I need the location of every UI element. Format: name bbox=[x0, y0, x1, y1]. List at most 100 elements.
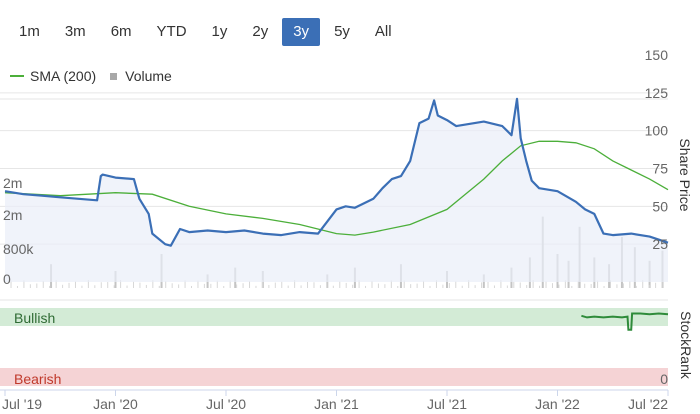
volume-tick-label: 2m bbox=[3, 175, 22, 191]
volume-bar bbox=[365, 285, 367, 288]
volume-bar bbox=[132, 281, 134, 288]
volume-bar bbox=[416, 283, 418, 288]
volume-bar bbox=[474, 285, 476, 288]
volume-bar bbox=[603, 285, 605, 288]
volume-bar bbox=[113, 285, 115, 288]
volume-bar bbox=[352, 284, 354, 288]
price-tick-label: 75 bbox=[652, 161, 668, 177]
volume-bar bbox=[236, 284, 238, 288]
volume-bar bbox=[493, 285, 495, 288]
volume-bar bbox=[165, 281, 167, 288]
volume-bar bbox=[461, 285, 463, 288]
volume-bar bbox=[307, 282, 309, 288]
volume-bar bbox=[448, 282, 450, 288]
volume-bar bbox=[203, 283, 205, 288]
volume-bar bbox=[68, 282, 70, 288]
x-tick-label: Jul '19 bbox=[2, 396, 42, 412]
volume-bar bbox=[191, 285, 193, 288]
volume-bar bbox=[629, 281, 631, 288]
volume-bar bbox=[36, 283, 38, 288]
volume-bar bbox=[345, 282, 347, 288]
volume-bar bbox=[100, 282, 102, 288]
volume-bar bbox=[384, 284, 386, 288]
price-tick-label: 100 bbox=[645, 123, 669, 139]
volume-bar bbox=[313, 282, 315, 288]
volume-bar bbox=[42, 280, 44, 288]
volume-tick-label: 0 bbox=[3, 271, 11, 287]
volume-bar bbox=[661, 281, 663, 288]
volume-tick-label: 2m bbox=[3, 207, 22, 223]
x-tick-label: Jul '20 bbox=[206, 396, 246, 412]
volume-bar bbox=[281, 281, 283, 288]
bullish-band bbox=[0, 308, 668, 326]
volume-bar bbox=[545, 281, 547, 288]
volume-bar bbox=[648, 284, 650, 288]
volume-bar bbox=[74, 281, 76, 288]
volume-bar bbox=[635, 285, 637, 288]
volume-bar bbox=[145, 284, 147, 288]
volume-bar bbox=[590, 283, 592, 288]
price-tick-label: 50 bbox=[652, 198, 668, 214]
volume-bar bbox=[332, 285, 334, 288]
volume-bar bbox=[210, 283, 212, 288]
volume-bar bbox=[287, 285, 289, 288]
volume-bar bbox=[255, 285, 257, 288]
volume-bar bbox=[487, 281, 489, 288]
x-tick-label: Jan '20 bbox=[93, 396, 138, 412]
volume-bar bbox=[16, 285, 18, 288]
price-axis-title: Share Price bbox=[677, 138, 693, 211]
volume-bar bbox=[29, 284, 31, 288]
price-tick-label: 25 bbox=[652, 236, 668, 252]
volume-bar bbox=[339, 281, 341, 288]
x-tick-label: Jul '22 bbox=[628, 396, 668, 412]
bearish-label: Bearish bbox=[14, 371, 61, 387]
volume-bar bbox=[584, 283, 586, 288]
volume-bar bbox=[49, 285, 51, 288]
volume-bar bbox=[558, 284, 560, 288]
bearish-band bbox=[0, 368, 668, 386]
x-tick-label: Jul '21 bbox=[427, 396, 467, 412]
share-price-chart: 150 125 100 75 50 25 Share Price 2m 2m 800k 0 Bulli… bbox=[0, 47, 694, 412]
price-tick-label: 125 bbox=[645, 85, 669, 101]
volume-bar bbox=[616, 284, 618, 288]
volume-bar bbox=[655, 282, 657, 288]
volume-bar bbox=[519, 282, 521, 288]
volume-bar bbox=[539, 285, 541, 288]
volume-bar bbox=[107, 282, 109, 288]
price-area bbox=[5, 98, 668, 283]
volume-bar bbox=[377, 283, 379, 288]
volume-bar bbox=[319, 285, 321, 288]
x-tick-label: Jan '22 bbox=[535, 396, 580, 412]
volume-bar bbox=[268, 284, 270, 288]
volume-bar bbox=[442, 284, 444, 288]
volume-bar bbox=[274, 282, 276, 288]
price-tick-label: 150 bbox=[645, 47, 669, 63]
x-tick-label: Jan '21 bbox=[314, 396, 359, 412]
volume-bar bbox=[81, 285, 83, 288]
volume-bar bbox=[300, 285, 302, 288]
volume-bar bbox=[126, 285, 128, 288]
volume-bar bbox=[223, 285, 225, 288]
stockrank-axis-title: StockRank bbox=[678, 311, 694, 380]
volume-bar bbox=[571, 285, 573, 288]
volume-bar bbox=[62, 284, 64, 288]
volume-tick-label: 800k bbox=[3, 241, 34, 257]
volume-bar bbox=[94, 285, 96, 288]
volume-bar bbox=[526, 285, 528, 288]
volume-bar bbox=[506, 285, 508, 288]
volume-bar bbox=[397, 285, 399, 288]
volume-bar bbox=[429, 285, 431, 288]
volume-bar bbox=[158, 285, 160, 288]
volume-bar bbox=[249, 281, 251, 288]
volume-bar bbox=[410, 284, 412, 288]
bullish-label: Bullish bbox=[14, 310, 55, 326]
volume-bar bbox=[481, 282, 483, 288]
rank-zero-label: 0 bbox=[660, 371, 668, 387]
volume-bar bbox=[171, 283, 173, 288]
volume-bar bbox=[551, 283, 553, 288]
volume-bar bbox=[455, 281, 457, 288]
volume-bar bbox=[513, 281, 515, 288]
volume-bar bbox=[178, 284, 180, 288]
volume-bar bbox=[622, 283, 624, 288]
volume-bar bbox=[242, 283, 244, 288]
